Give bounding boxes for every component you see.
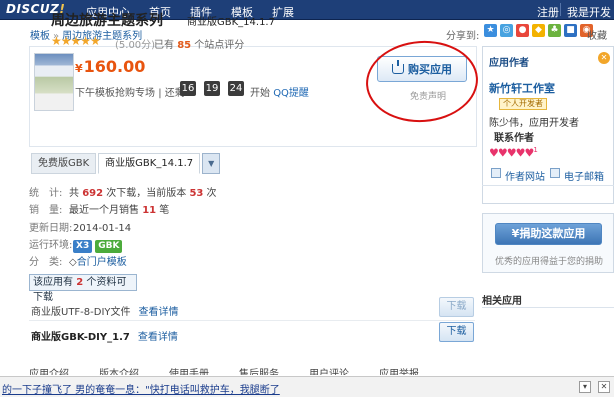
rating-score: (5.00分) xyxy=(115,40,156,51)
share-sina-weibo-icon[interactable]: ● xyxy=(516,24,529,37)
updated-row: 更新日期:2014-01-14 xyxy=(29,223,132,234)
download-button-gbk[interactable]: 下载 xyxy=(439,322,474,342)
news-ticker: 的一下子撞飞了 男的奄奄一息："快打电话叫救护车，我腿断了 ▾ ✕ xyxy=(0,376,614,397)
details-link-utf8[interactable]: 查看详情 xyxy=(139,307,179,318)
nav-extensions[interactable]: 扩展 xyxy=(272,4,294,20)
product-price: ¥160.00 xyxy=(75,57,146,76)
sales-row: 销 量: 最近一个月销售 11 笔 xyxy=(29,205,170,216)
tab-manual[interactable]: 使用手册 xyxy=(169,365,209,375)
product-thumbnail[interactable] xyxy=(34,53,74,111)
countdown-seconds: 24 xyxy=(228,81,244,96)
environment-row: 运行环境: X3 GBK xyxy=(29,236,125,253)
email-icon xyxy=(550,168,560,178)
qq-remind-link[interactable]: QQ提醒 xyxy=(273,88,309,99)
breadcrumb-templates[interactable]: 模板 xyxy=(30,31,50,42)
website-icon xyxy=(491,168,501,178)
tab-free-gbk[interactable]: 免费版GBK xyxy=(31,153,97,174)
contact-author-label: 联系作者 xyxy=(494,133,534,144)
product-edition: 商业版GBK_14.1.7 xyxy=(187,17,275,28)
share-tencent-weibo-icon[interactable]: ◎ xyxy=(500,24,513,37)
developer-name: 陈少伟，应用开发者 xyxy=(489,118,579,129)
author-level-hearts-icon: ♥♥♥♥♥1 xyxy=(489,146,538,160)
tab-comments[interactable]: 用户评论 xyxy=(309,365,349,375)
product-title: 周边旅游主题系列 xyxy=(51,13,163,29)
tab-version-intro[interactable]: 版本介绍 xyxy=(99,365,139,375)
flash-sale-label: 下午模板抢购专场 | 还剩 xyxy=(75,88,185,99)
countdown-hours: 16 xyxy=(180,81,196,96)
stats-row: 统 计: 共 692 次下载，当前版本 53 次 xyxy=(29,188,217,199)
disclaimer-link[interactable]: 免责声明 xyxy=(410,89,446,102)
tag-icon: ◇ xyxy=(69,257,77,268)
tab-app-intro[interactable]: 应用介绍 xyxy=(29,365,69,375)
share-icons: ★ ◎ ● ◆ ♣ ■ ◉ xyxy=(484,24,593,37)
bottom-tab-strip: 应用介绍 版本介绍 使用手册 售后服务 用户评论 应用举报 xyxy=(29,365,479,375)
rating-count: 已有 85 个站点评分 xyxy=(154,40,245,51)
nav-divider xyxy=(560,3,561,16)
author-website-link[interactable]: 作者网站 xyxy=(505,168,545,183)
downloads-header: 该应用有 2 个资料可下载 xyxy=(29,274,137,303)
download-divider xyxy=(29,320,475,321)
share-clover-icon[interactable]: ♣ xyxy=(548,24,561,37)
collapse-icon[interactable]: ✕ xyxy=(598,52,610,64)
countdown-minutes: 19 xyxy=(204,81,220,96)
category-row: 分 类: ◇合门户模板 xyxy=(29,257,127,268)
donate-button[interactable]: ¥捐助这款应用 xyxy=(495,223,602,245)
favorite-link[interactable]: 收藏 xyxy=(587,27,607,42)
download-item-utf8: 商业版UTF-8-DIY文件 查看详情 xyxy=(31,307,179,318)
ticker-close-icon[interactable]: ✕ xyxy=(598,381,610,393)
donate-note: 优秀的应用得益于您的捐助 xyxy=(495,257,604,267)
register-link[interactable]: 注册 xyxy=(537,4,559,20)
author-email-link[interactable]: 电子邮箱 xyxy=(564,168,604,183)
category-link[interactable]: 合门户模板 xyxy=(77,257,127,268)
author-studio-link[interactable]: 新竹轩工作室 xyxy=(489,80,555,96)
version-tabs: 免费版GBK 商业版GBK_14.1.7 ▼ xyxy=(31,153,221,174)
download-button-utf8[interactable]: 下载 xyxy=(439,297,474,317)
ticker-dropdown-icon[interactable]: ▾ xyxy=(579,381,591,393)
env-x3-badge: X3 xyxy=(73,240,93,253)
download-tray-icon xyxy=(392,60,404,74)
tab-support[interactable]: 售后服务 xyxy=(239,365,279,375)
author-panel-title: 应用作者 xyxy=(489,58,529,69)
tab-commercial-gbk[interactable]: 商业版GBK_14.1.7 xyxy=(98,153,201,174)
developer-badge: 个人开发者 xyxy=(499,98,547,110)
sale-start-label: 开始 QQ提醒 xyxy=(250,88,309,99)
version-dropdown-icon[interactable]: ▼ xyxy=(202,153,221,174)
details-link-gbk[interactable]: 查看详情 xyxy=(138,332,178,343)
share-label: 分享到: xyxy=(446,31,480,42)
news-ticker-text[interactable]: 的一下子撞飞了 男的奄奄一息："快打电话叫救护车，我腿断了 xyxy=(2,381,280,396)
share-qq-icon[interactable]: ◆ xyxy=(532,24,545,37)
related-apps-list xyxy=(482,307,614,372)
buy-app-button[interactable]: 购买应用 xyxy=(377,56,467,82)
tab-report[interactable]: 应用举报 xyxy=(379,365,419,375)
share-qzone-icon[interactable]: ★ xyxy=(484,24,497,37)
rating-stars-icon: ★★★★★ xyxy=(51,34,101,48)
author-panel-divider xyxy=(482,185,614,186)
share-renren-icon[interactable]: ■ xyxy=(564,24,577,37)
related-apps-title: 相关应用 xyxy=(482,296,522,307)
download-item-gbk: 商业版GBK-DIY_1.7 查看详情 xyxy=(31,332,178,343)
env-gbk-badge: GBK xyxy=(95,240,123,253)
